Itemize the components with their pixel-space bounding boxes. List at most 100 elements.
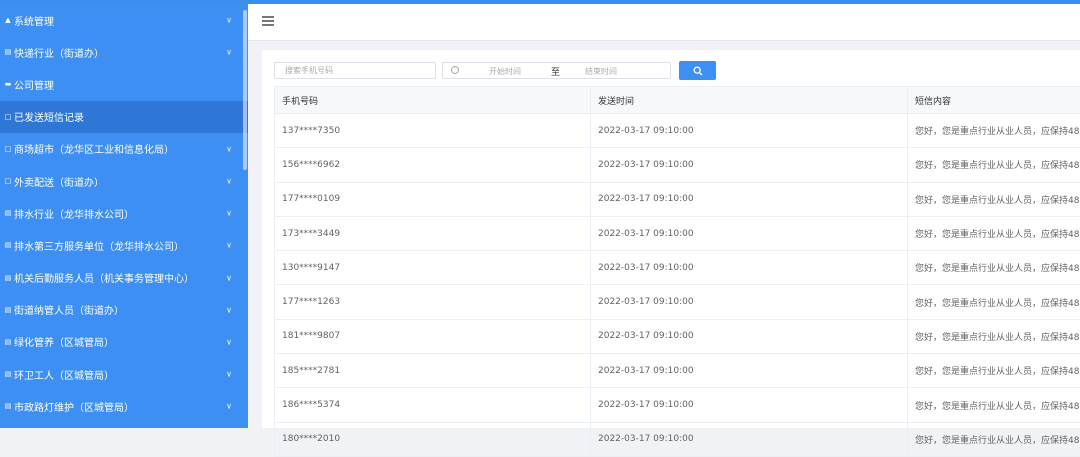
sidebar-item[interactable]: ▤环卫工人（区城管局） ∨: [0, 358, 248, 390]
table-row: 137****73502022-03-17 09:10:00您好，您是重点行业从…: [275, 114, 1080, 148]
table-cell: 您好，您是重点行业从业人员，应保持48: [908, 388, 1080, 422]
document-icon: □: [4, 177, 12, 185]
chevron-down-icon: ∨: [226, 48, 232, 57]
sidebar-item[interactable]: ▬公司管理: [0, 68, 248, 100]
sidebar-item[interactable]: ▤排水第三方服务单位（龙华排水公司） ∨: [0, 229, 248, 261]
search-button[interactable]: [679, 61, 716, 80]
column-header: 手机号码: [275, 87, 591, 114]
sidebar-item[interactable]: ▤排水行业（龙华排水公司）∨: [0, 197, 248, 229]
sidebar-item[interactable]: ▤街道纳管人员（街道办） ∨: [0, 294, 248, 326]
column-header: 短信内容: [908, 87, 1080, 114]
table-row: 180****20102022-03-17 09:10:00您好，您是重点行业从…: [275, 422, 1080, 456]
table-cell: 您好，您是重点行业从业人员，应保持48: [908, 319, 1080, 353]
table-cell: 2022-03-17 09:10:00: [591, 148, 908, 182]
table-row: 173****34492022-03-17 09:10:00您好，您是重点行业从…: [275, 216, 1080, 250]
sidebar-item-label: 市政路灯维护（区城管局）: [14, 399, 134, 414]
table-cell: 2022-03-17 09:10:00: [591, 114, 908, 148]
table-cell: 177****0109: [275, 182, 591, 216]
chevron-down-icon: ∨: [226, 305, 232, 314]
list-icon: ▤: [4, 402, 12, 410]
sidebar-item-label: 排水行业（龙华排水公司）: [14, 206, 134, 221]
sidebar-item-label: 排水第三方服务单位（龙华排水公司）: [14, 238, 184, 253]
sidebar-item[interactable]: ▤绿化管养（区城管局）∨: [0, 326, 248, 358]
sidebar-item-label: 公司管理: [14, 77, 54, 92]
sidebar-item[interactable]: ▤机关后勤服务人员（机关事务管理中心）∨: [0, 262, 248, 294]
date-range-picker[interactable]: 开始时间 至 结束时间: [442, 62, 671, 79]
content-panel: 搜索手机号码 开始时间 至 结束时间 手机号码发送时间短信内容 137****7…: [262, 50, 1080, 428]
chevron-down-icon: ∨: [226, 144, 232, 153]
table-cell: 137****7350: [275, 114, 591, 148]
table-cell: 您好，您是重点行业从业人员，应保持48: [908, 148, 1080, 182]
table-cell: 185****2781: [275, 354, 591, 388]
sidebar-item-label: 商场超市（龙华区工业和信息化局）: [14, 141, 174, 156]
list-icon: ▤: [4, 48, 12, 56]
sidebar-item-label: 绿化管养（区城管局）: [14, 334, 114, 349]
table-cell: 您好，您是重点行业从业人员，应保持48: [908, 182, 1080, 216]
table-cell: 181****9807: [275, 319, 591, 353]
document-icon: □: [4, 145, 12, 153]
table-row: 177****12632022-03-17 09:10:00您好，您是重点行业从…: [275, 285, 1080, 319]
table-row: 156****69622022-03-17 09:10:00您好，您是重点行业从…: [275, 148, 1080, 182]
sidebar-item[interactable]: ▤快递行业（街道办）∨: [0, 36, 248, 68]
sidebar-item[interactable]: ▲系统管理 ∨: [0, 4, 248, 36]
sidebar-item-label: 街道纳管人员（街道办）: [14, 302, 124, 317]
table-cell: 您好，您是重点行业从业人员，应保持48: [908, 285, 1080, 319]
table-row: 177****01092022-03-17 09:10:00您好，您是重点行业从…: [275, 182, 1080, 216]
sms-record-table: 手机号码发送时间短信内容 137****73502022-03-17 09:10…: [274, 86, 1080, 457]
chevron-down-icon: ∨: [226, 402, 232, 411]
table-cell: 2022-03-17 09:10:00: [591, 285, 908, 319]
table-row: 130****91472022-03-17 09:10:00您好，您是重点行业从…: [275, 251, 1080, 285]
sidebar-scrollbar[interactable]: [243, 10, 247, 170]
table-row: 185****27812022-03-17 09:10:00您好，您是重点行业从…: [275, 354, 1080, 388]
column-header: 发送时间: [591, 87, 908, 114]
list-icon: ▤: [4, 370, 12, 378]
chevron-down-icon: ∨: [226, 241, 232, 250]
table-cell: 您好，您是重点行业从业人员，应保持48: [908, 216, 1080, 250]
sidebar-item-label: 已发送短信记录: [14, 109, 84, 124]
table-cell: 2022-03-17 09:10:00: [591, 422, 908, 456]
table-cell: 186****5374: [275, 388, 591, 422]
table-cell: 2022-03-17 09:10:00: [591, 251, 908, 285]
table-cell: 130****9147: [275, 251, 591, 285]
sidebar-item-label: 机关后勤服务人员（机关事务管理中心）: [14, 270, 194, 285]
phone-search-input[interactable]: 搜索手机号码: [274, 62, 436, 79]
search-icon: [693, 66, 703, 76]
sidebar-item[interactable]: □外卖配送（街道办） ∨: [0, 165, 248, 197]
clock-icon: [451, 66, 459, 74]
list-icon: ▤: [4, 241, 12, 249]
table-cell: 177****1263: [275, 285, 591, 319]
list-icon: ▤: [4, 338, 12, 346]
chevron-down-icon: ∨: [226, 177, 232, 186]
table-cell: 180****2010: [275, 422, 591, 456]
sidebar-item-label: 环卫工人（区城管局）: [14, 367, 114, 382]
list-icon: ▤: [4, 209, 12, 217]
list-icon: ▤: [4, 306, 12, 314]
table-cell: 您好，您是重点行业从业人员，应保持48: [908, 251, 1080, 285]
start-time-input[interactable]: 开始时间: [489, 66, 521, 77]
table-row: 186****53742022-03-17 09:10:00您好，您是重点行业从…: [275, 388, 1080, 422]
end-time-input[interactable]: 结束时间: [585, 66, 617, 77]
table-cell: 您好，您是重点行业从业人员，应保持48: [908, 422, 1080, 456]
table-row: 181****98072022-03-17 09:10:00您好，您是重点行业从…: [275, 319, 1080, 353]
range-separator: 至: [551, 65, 560, 78]
chevron-down-icon: ∨: [226, 370, 232, 379]
user-icon: ▲: [4, 16, 12, 24]
sidebar-item[interactable]: □商场超市（龙华区工业和信息化局） ∨: [0, 133, 248, 165]
table-cell: 156****6962: [275, 148, 591, 182]
sidebar-item[interactable]: □已发送短信记录: [0, 101, 248, 133]
sidebar-menu: ▲系统管理∨▤快递行业（街道办）∨▬公司管理□已发送短信记录□商场超市（龙华区工…: [0, 4, 248, 422]
document-icon: □: [4, 113, 12, 121]
chevron-down-icon: ∨: [226, 16, 232, 25]
list-icon: ▤: [4, 274, 12, 282]
table-cell: 2022-03-17 09:10:00: [591, 388, 908, 422]
table-cell: 2022-03-17 09:10:00: [591, 216, 908, 250]
table-cell: 您好，您是重点行业从业人员，应保持48: [908, 354, 1080, 388]
main-header: [248, 4, 1080, 41]
table-cell: 2022-03-17 09:10:00: [591, 182, 908, 216]
menu-toggle-icon[interactable]: [262, 16, 274, 26]
sidebar-item[interactable]: ▤市政路灯维护（区城管局） ∨: [0, 390, 248, 422]
sidebar-item-label: 外卖配送（街道办）: [14, 174, 104, 189]
folder-icon: ▬: [4, 80, 12, 88]
sidebar-item-label: 系统管理: [14, 13, 54, 28]
table-cell: 您好，您是重点行业从业人员，应保持48: [908, 114, 1080, 148]
